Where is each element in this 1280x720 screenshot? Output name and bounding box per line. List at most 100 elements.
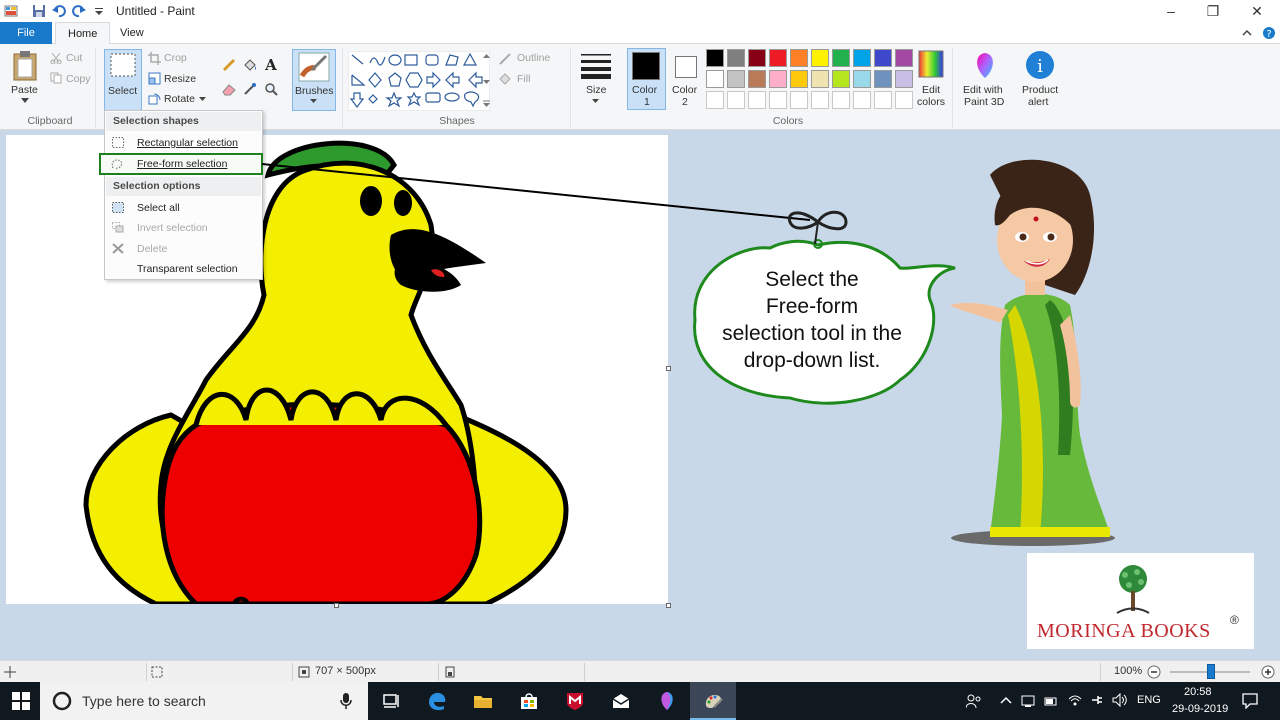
tab-file[interactable]: File [0, 22, 52, 44]
power-plug-icon[interactable] [1090, 693, 1104, 707]
color-swatch[interactable] [790, 49, 808, 67]
product-alert-icon[interactable]: i [1025, 50, 1055, 80]
taskbar-file-explorer[interactable] [460, 682, 506, 720]
cut-label[interactable]: Cut [66, 52, 82, 64]
redo-icon[interactable] [72, 4, 86, 18]
action-center-icon[interactable] [1242, 693, 1258, 709]
windows-start-icon[interactable] [12, 692, 30, 710]
custom-color-swatch[interactable] [748, 91, 766, 109]
customize-toolbar-icon[interactable] [92, 4, 106, 18]
people-icon[interactable] [966, 694, 982, 708]
pencil-icon[interactable] [222, 58, 236, 72]
resize-icon[interactable] [148, 72, 161, 85]
color-swatch[interactable] [874, 70, 892, 88]
collapse-ribbon-icon[interactable] [1242, 28, 1252, 38]
color-swatch[interactable] [832, 70, 850, 88]
custom-color-swatch[interactable] [895, 91, 913, 109]
taskbar-mcafee[interactable] [552, 682, 598, 720]
custom-color-swatch[interactable] [769, 91, 787, 109]
crop-label[interactable]: Crop [164, 52, 187, 64]
task-view-button[interactable] [368, 682, 414, 720]
minimize-button[interactable]: – [1156, 2, 1186, 20]
size-icon[interactable] [580, 52, 612, 80]
color-swatch[interactable] [748, 70, 766, 88]
taskbar-edge[interactable] [414, 682, 460, 720]
color2-swatch[interactable] [675, 56, 697, 78]
edit-colors-label[interactable]: Edit [922, 84, 940, 96]
rotate-dropdown-icon[interactable] [199, 97, 206, 102]
color-swatch[interactable] [853, 49, 871, 67]
taskbar-mail[interactable] [598, 682, 644, 720]
color-swatch[interactable] [706, 70, 724, 88]
menu-item-select-all[interactable]: Select all [106, 198, 261, 218]
custom-color-swatch[interactable] [874, 91, 892, 109]
color-swatch[interactable] [853, 70, 871, 88]
tab-home[interactable]: Home [55, 22, 111, 45]
brushes-label[interactable]: Brushes [295, 85, 334, 97]
brushes-dropdown-icon[interactable] [310, 99, 317, 104]
color-swatch[interactable] [895, 70, 913, 88]
select-label[interactable]: Select [108, 85, 137, 97]
size-dropdown-icon[interactable] [592, 99, 599, 104]
color-swatch[interactable] [769, 49, 787, 67]
shapes-gallery[interactable] [348, 51, 490, 111]
paste-icon[interactable] [12, 50, 40, 82]
custom-color-swatch[interactable] [853, 91, 871, 109]
custom-color-swatch[interactable] [832, 91, 850, 109]
restore-button[interactable]: ❐ [1198, 2, 1228, 20]
undo-icon[interactable] [52, 4, 66, 18]
menu-item-rectangular-selection[interactable]: Rectangular selection [106, 133, 261, 153]
custom-color-swatch[interactable] [727, 91, 745, 109]
color-swatch[interactable] [706, 49, 724, 67]
paint3d-icon[interactable] [972, 50, 998, 80]
taskbar-store[interactable] [506, 682, 552, 720]
fill-label[interactable]: Fill [517, 73, 530, 85]
color-picker-icon[interactable] [243, 82, 257, 96]
color-swatch[interactable] [727, 49, 745, 67]
paste-dropdown-icon[interactable] [21, 98, 29, 104]
color-swatch[interactable] [790, 70, 808, 88]
menu-item-invert-selection[interactable]: Invert selection [106, 218, 261, 238]
help-icon[interactable]: ? [1262, 26, 1276, 40]
clock-date[interactable]: 29-09-2019 [1172, 703, 1228, 715]
microphone-icon[interactable] [340, 693, 352, 709]
volume-icon[interactable] [1112, 693, 1128, 707]
shapes-scroll[interactable] [483, 53, 490, 109]
taskbar-paint3d[interactable] [644, 682, 690, 720]
cut-icon[interactable] [50, 52, 62, 64]
menu-item-freeform-selection[interactable]: Free-form selection [99, 153, 263, 175]
copy-label[interactable]: Copy [66, 73, 91, 85]
network-status-icon[interactable] [1021, 694, 1035, 708]
rotate-icon[interactable] [148, 92, 161, 105]
product-alert-label[interactable]: Product [1022, 84, 1058, 96]
taskbar-search-box[interactable]: Type here to search [40, 682, 368, 720]
color-swatch[interactable] [832, 49, 850, 67]
clock-time[interactable]: 20:58 [1184, 686, 1212, 698]
menu-item-delete[interactable]: Delete [106, 239, 261, 259]
crop-icon[interactable] [148, 52, 161, 65]
color-swatch[interactable] [748, 49, 766, 67]
custom-color-swatch[interactable] [706, 91, 724, 109]
eraser-icon[interactable] [222, 82, 236, 96]
color-swatch[interactable] [727, 70, 745, 88]
outline-label[interactable]: Outline [517, 52, 550, 64]
color-swatch[interactable] [811, 70, 829, 88]
taskbar-paint[interactable] [690, 682, 736, 720]
copy-icon[interactable] [50, 72, 62, 84]
zoom-out-icon[interactable] [1147, 665, 1161, 679]
wifi-icon[interactable] [1068, 693, 1082, 707]
language-indicator[interactable]: ENG [1137, 694, 1161, 706]
color-swatch[interactable] [769, 70, 787, 88]
tab-view[interactable]: View [108, 22, 156, 44]
paint3d-label[interactable]: Edit with [963, 84, 1003, 96]
custom-color-swatch[interactable] [790, 91, 808, 109]
custom-color-swatch[interactable] [811, 91, 829, 109]
menu-item-transparent-selection[interactable]: Transparent selection [106, 259, 261, 279]
resize-label[interactable]: Resize [164, 73, 196, 85]
fill-icon[interactable] [499, 73, 512, 85]
canvas-resize-handle-right[interactable] [666, 366, 671, 371]
zoom-in-icon[interactable] [1261, 665, 1275, 679]
color2-label[interactable]: Color [672, 84, 697, 96]
magnifier-icon[interactable] [264, 82, 278, 96]
text-tool-icon[interactable]: A [264, 57, 278, 72]
